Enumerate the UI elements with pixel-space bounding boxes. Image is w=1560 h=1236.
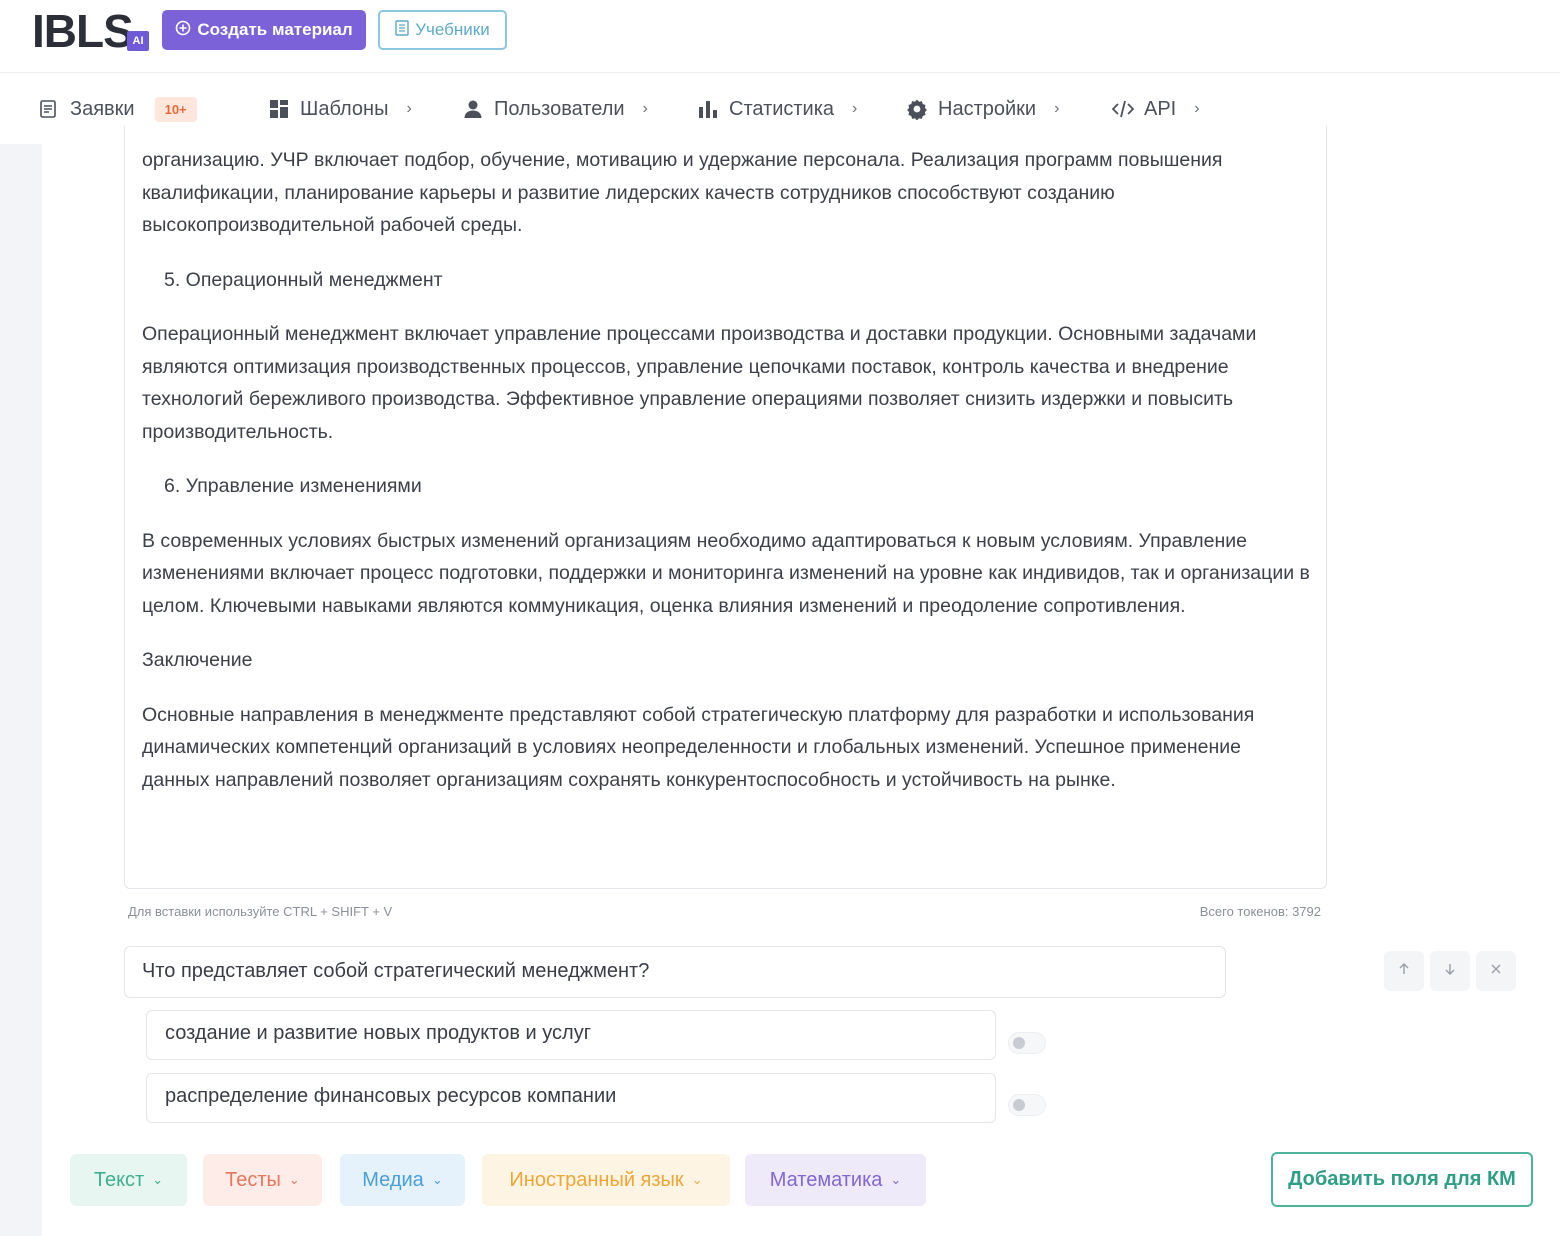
- math-category-button[interactable]: Математика ⌄: [745, 1154, 926, 1206]
- code-icon: [1112, 98, 1134, 120]
- foreign-language-category-label: Иностранный язык: [509, 1168, 684, 1191]
- correct-answer-toggle[interactable]: [1008, 1032, 1046, 1054]
- chevron-down-icon: ⌄: [152, 1172, 164, 1187]
- create-material-label: Создать материал: [197, 20, 353, 39]
- logo-badge: AI: [127, 31, 149, 51]
- media-category-label: Медиа: [362, 1168, 424, 1191]
- foreign-language-category-button[interactable]: Иностранный язык ⌄: [482, 1154, 730, 1206]
- book-icon: [395, 19, 409, 41]
- delete-question-button[interactable]: [1476, 951, 1516, 991]
- move-down-button[interactable]: [1430, 951, 1470, 991]
- chevron-right-icon: ›: [642, 100, 648, 117]
- paragraph: организацию. УЧР включает подбор, обучен…: [142, 149, 1223, 236]
- plus-circle-icon: [175, 20, 191, 41]
- paste-hint: Для вставки используйте CTRL + SHIFT + V: [128, 904, 393, 919]
- logo[interactable]: IBLS: [32, 4, 134, 58]
- chevron-right-icon: ›: [1054, 100, 1060, 117]
- paragraph: Операционный менеджмент включает управле…: [142, 323, 1257, 443]
- answer-field[interactable]: создание и развитие новых продуктов и ус…: [146, 1010, 996, 1060]
- nav-label-settings: Настройки: [938, 97, 1037, 120]
- tests-category-button[interactable]: Тесты ⌄: [203, 1154, 322, 1206]
- textbooks-label: Учебники: [415, 20, 490, 39]
- tests-category-label: Тесты: [225, 1168, 281, 1191]
- question-field[interactable]: Что представляет собой стратегический ме…: [124, 946, 1226, 998]
- math-category-label: Математика: [769, 1168, 883, 1191]
- conclusion-heading: Заключение: [142, 649, 253, 671]
- chevron-right-icon: ›: [406, 100, 412, 117]
- paragraph: В современных условиях быстрых изменений…: [142, 529, 1310, 617]
- requests-badge: 10+: [154, 96, 197, 122]
- gear-icon: [906, 98, 928, 120]
- top-header: IBLS AI Создать материал Учебники: [0, 0, 1560, 72]
- answer-field[interactable]: распределение финансовых ресурсов компан…: [146, 1073, 996, 1123]
- chevron-down-icon: ⌄: [890, 1172, 902, 1187]
- grid-icon: [268, 98, 290, 120]
- nav-label-requests: Заявки: [70, 97, 135, 120]
- move-up-button[interactable]: [1384, 951, 1424, 991]
- text-category-button[interactable]: Текст ⌄: [70, 1154, 187, 1206]
- chevron-down-icon: ⌄: [691, 1172, 703, 1187]
- chevron-down-icon: ⌄: [288, 1172, 300, 1187]
- chevron-down-icon: ⌄: [431, 1172, 443, 1187]
- token-count: Всего токенов: 3792: [1199, 904, 1321, 919]
- chevron-right-icon: ›: [852, 100, 858, 117]
- correct-answer-toggle[interactable]: [1008, 1094, 1046, 1116]
- nav-label-users: Пользователи: [494, 97, 625, 120]
- chevron-right-icon: ›: [1194, 100, 1200, 117]
- media-category-button[interactable]: Медиа ⌄: [340, 1154, 465, 1206]
- text-category-label: Текст: [93, 1168, 145, 1191]
- nav-label-templates: Шаблоны: [300, 97, 389, 120]
- create-material-button[interactable]: Создать материал: [162, 10, 366, 50]
- section-heading: 6. Управление изменениями: [164, 475, 422, 497]
- arrow-down-icon: [1443, 962, 1457, 981]
- editor-content[interactable]: организацию. УЧР включает подбор, обучен…: [142, 144, 1312, 796]
- paragraph: Основные направления в менеджменте предс…: [142, 703, 1255, 791]
- nav-label-api: API: [1144, 97, 1177, 120]
- bar-chart-icon: [697, 98, 719, 120]
- close-icon: [1490, 962, 1502, 980]
- section-heading: 5. Операционный менеджмент: [164, 268, 443, 291]
- nav-label-statistics: Статистика: [729, 97, 835, 120]
- textbooks-button[interactable]: Учебники: [378, 10, 507, 50]
- user-icon: [462, 98, 484, 120]
- arrow-up-icon: [1397, 962, 1411, 981]
- document-icon: [38, 98, 60, 120]
- add-km-fields-button[interactable]: Добавить поля для КМ: [1271, 1152, 1533, 1207]
